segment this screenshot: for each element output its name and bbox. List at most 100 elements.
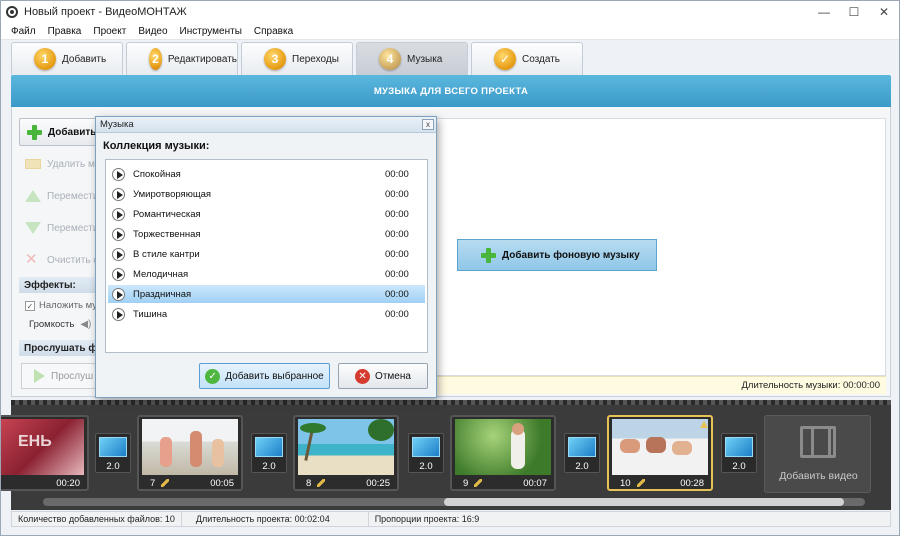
list-item-selected[interactable]: Праздничная 00:00	[108, 285, 425, 303]
clip-6[interactable]: ЕНЬ 00:20	[1, 415, 89, 491]
project-duration: Длительность проекта: 00:02:04	[182, 512, 369, 526]
clear-list-label: Очистить с	[47, 254, 99, 266]
overlay-music-label: Наложить му	[39, 300, 97, 311]
dialog-close-icon[interactable]: x	[422, 119, 434, 130]
transition-icon	[99, 437, 127, 457]
list-item[interactable]: Романтическая 00:00	[108, 205, 425, 223]
add-video-label: Добавить видео	[779, 470, 858, 482]
clip-number: 9	[463, 477, 469, 489]
clip-9[interactable]: 9 00:07	[450, 415, 556, 491]
minimize-icon[interactable]: —	[809, 1, 839, 23]
list-item[interactable]: Торжественная 00:00	[108, 225, 425, 243]
transition[interactable]: 2.0	[408, 433, 444, 473]
transition[interactable]: 2.0	[95, 433, 131, 473]
track-name: Праздничная	[133, 288, 192, 300]
volume-label: Громкость	[29, 319, 75, 330]
tab-music[interactable]: 4 Музыка	[356, 42, 468, 75]
play-icon[interactable]	[112, 227, 125, 241]
list-item[interactable]: Умиротворяющая 00:00	[108, 185, 425, 203]
transition-icon	[412, 437, 440, 457]
list-item[interactable]: Спокойная 00:00	[108, 165, 425, 183]
plus-icon	[480, 247, 496, 263]
transition-icon	[725, 437, 753, 457]
play-icon[interactable]	[112, 247, 125, 261]
volume-control: Громкость ◀)	[29, 319, 91, 330]
list-item[interactable]: Тишина 00:00	[108, 305, 425, 323]
add-selected-button[interactable]: ✓ Добавить выбранное	[199, 363, 330, 389]
clip-thumbnail	[142, 419, 238, 475]
clip-duration: 00:20	[56, 477, 80, 489]
arrow-up-icon	[25, 190, 41, 202]
edit-pencil-icon[interactable]	[161, 479, 170, 487]
transition[interactable]: 2.0	[721, 433, 757, 473]
music-duration: Длительность музыки: 00:00:00	[434, 376, 886, 394]
tab-add[interactable]: 1 Добавить	[11, 42, 123, 75]
menu-project[interactable]: Проект	[87, 26, 132, 37]
transition-duration: 2.0	[419, 461, 433, 472]
menu-edit[interactable]: Правка	[42, 26, 88, 37]
speaker-icon[interactable]: ◀)	[80, 319, 91, 330]
tab-label: Переходы	[292, 53, 339, 65]
clip-8[interactable]: 8 00:25	[293, 415, 399, 491]
tab-transitions[interactable]: 3 Переходы	[241, 42, 353, 75]
track-time: 00:00	[385, 268, 409, 280]
step-tabs: 1 Добавить 2 Редактировать 3 Переходы 4 …	[11, 42, 586, 75]
cancel-x-icon: ✕	[355, 368, 371, 384]
dialog-title: Музыка	[100, 119, 134, 130]
track-name: В стиле кантри	[133, 248, 200, 260]
edit-pencil-icon[interactable]	[636, 479, 645, 487]
clip-10[interactable]: 10 00:28	[607, 415, 713, 491]
clip-7[interactable]: 7 00:05	[137, 415, 243, 491]
track-name: Торжественная	[133, 228, 201, 240]
track-name: Умиротворяющая	[133, 188, 212, 200]
tab-create[interactable]: ✓ Создать	[471, 42, 583, 75]
cancel-label: Отмена	[375, 370, 411, 382]
collection-heading: Коллекция музыки:	[103, 140, 210, 152]
status-bar: Количество добавленных файлов: 10 Длител…	[11, 511, 891, 527]
tab-edit[interactable]: 2 Редактировать	[126, 42, 238, 75]
play-icon	[34, 369, 45, 383]
list-item[interactable]: В стиле кантри 00:00	[108, 245, 425, 263]
transition[interactable]: 2.0	[564, 433, 600, 473]
step-number-badge: 3	[264, 48, 286, 70]
add-music-label: Добавить	[48, 126, 97, 138]
tab-label: Музыка	[407, 53, 443, 65]
play-icon[interactable]	[112, 287, 125, 301]
play-icon[interactable]	[112, 167, 125, 181]
track-time: 00:00	[385, 248, 409, 260]
menu-help[interactable]: Справка	[248, 26, 299, 37]
app-logo-icon	[6, 6, 18, 18]
add-video-button[interactable]: Добавить видео	[764, 415, 871, 493]
edit-pencil-icon[interactable]	[317, 479, 326, 487]
menu-file[interactable]: Файл	[5, 26, 42, 37]
app-window: Новый проект - ВидеоМОНТАЖ — ☐ ✕ Файл Пр…	[0, 0, 900, 536]
play-icon[interactable]	[112, 207, 125, 221]
close-icon[interactable]: ✕	[869, 1, 899, 23]
step-number-badge: 1	[34, 48, 56, 70]
play-icon[interactable]	[112, 267, 125, 281]
add-background-music-button[interactable]: Добавить фоновую музыку	[457, 239, 657, 271]
clip-number: 10	[620, 477, 631, 489]
tab-label: Редактировать	[167, 53, 237, 65]
clip-number: 7	[150, 477, 156, 489]
maximize-icon[interactable]: ☐	[839, 1, 869, 23]
clip-thumbnail	[298, 419, 394, 475]
track-name: Спокойная	[133, 168, 181, 180]
cancel-button[interactable]: ✕ Отмена	[338, 363, 428, 389]
transition[interactable]: 2.0	[251, 433, 287, 473]
checkbox-icon: ✓	[25, 300, 35, 311]
play-icon[interactable]	[112, 187, 125, 201]
list-item[interactable]: Мелодичная 00:00	[108, 265, 425, 283]
clip-duration: 00:05	[210, 477, 234, 489]
track-name: Мелодичная	[133, 268, 189, 280]
menu-video[interactable]: Видео	[132, 26, 173, 37]
timeline-scroll-thumb[interactable]	[444, 498, 844, 506]
film-perforation	[11, 400, 891, 405]
play-icon[interactable]	[112, 307, 125, 321]
overlay-music-checkbox[interactable]: ✓ Наложить му	[25, 300, 97, 311]
edit-pencil-icon[interactable]	[474, 479, 483, 487]
menu-bar: Файл Правка Проект Видео Инструменты Спр…	[1, 23, 899, 40]
menu-tools[interactable]: Инструменты	[174, 26, 248, 37]
clip-duration: 00:28	[680, 477, 704, 489]
file-count: Количество добавленных файлов: 10	[12, 512, 182, 526]
